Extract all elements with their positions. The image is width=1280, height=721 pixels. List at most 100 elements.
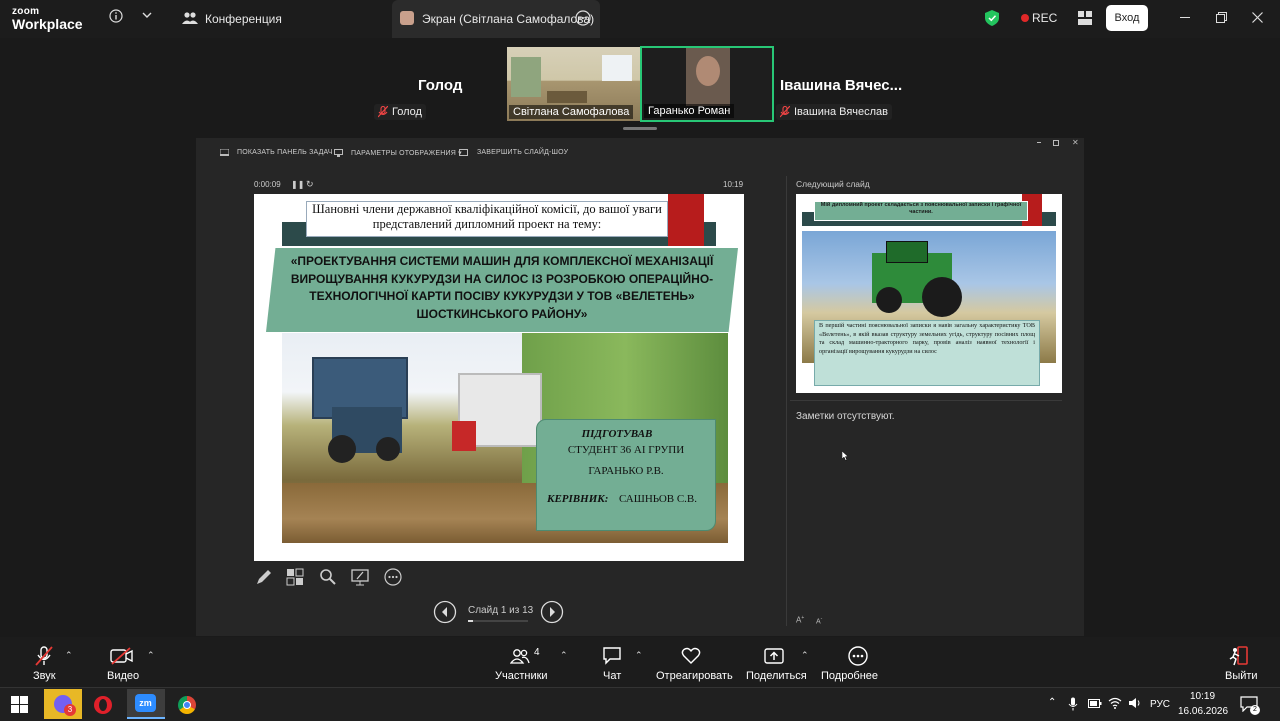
battery-icon[interactable] [1088,699,1102,708]
chevron-down-icon[interactable] [142,11,152,19]
next-slide-preview[interactable]: Мій дипломний проект складається з поясн… [796,194,1062,393]
photo-tractor-wheel [876,287,902,313]
rec-label: REC [1032,11,1058,25]
opera-icon[interactable] [94,696,112,714]
chat-icon[interactable] [602,647,622,665]
react-button-label[interactable]: Отреагировать [656,670,733,682]
brand-large: Workplace [12,16,83,32]
elapsed-timer: 0:00:09 [254,180,281,189]
menu-end-slideshow[interactable]: ЗАВЕРШИТЬ СЛАЙД-ШОУ [477,149,568,156]
video-label-samofalova: Світлана Самофалова [509,105,634,119]
increase-font-icon[interactable]: A+ [796,615,804,625]
photo-harvester-header [452,421,476,451]
mic-muted-icon[interactable] [34,646,54,666]
speaker-face-shape [696,56,720,86]
video-off-icon[interactable] [110,647,134,665]
leave-icon[interactable] [1228,646,1250,666]
notifications-count: 2 [1250,705,1260,715]
zoom-magnifier-icon[interactable] [319,568,337,586]
share-chevron-icon[interactable]: ⌃ [801,650,809,661]
wifi-icon[interactable] [1108,697,1122,709]
menu-show-taskbar[interactable]: ПОКАЗАТЬ ПАНЕЛЬ ЗАДАЧ [237,149,333,156]
participant-name-right[interactable]: Івашина Вячес... [780,77,902,94]
participants-icon[interactable] [510,648,530,664]
chat-button-label[interactable]: Чат [603,670,621,682]
taskbar-viber-app[interactable]: 3 [44,689,82,719]
share-screen-icon[interactable] [764,647,784,665]
chrome-icon-center [183,701,191,709]
supervisor-label: КЕРІВНИК: [547,493,609,505]
rec-indicator-icon [1021,14,1029,22]
slide-red-accent [668,194,704,246]
video-options-chevron-icon[interactable]: ⌃ [147,650,155,661]
participants-button-label[interactable]: Участники [495,670,548,682]
prev-slide-icon[interactable] [433,600,457,624]
pres-minimize-icon[interactable] [1037,142,1041,143]
chrome-icon[interactable] [178,696,196,714]
info-icon[interactable] [109,9,123,23]
tray-overflow-icon[interactable]: ⌃ [1048,697,1056,708]
audio-button-label[interactable]: Звук [33,670,56,682]
view-layout-icon[interactable] [1077,10,1093,26]
photo-wheel-shape [376,437,400,461]
pres-restore-icon[interactable] [1053,140,1059,146]
close-icon[interactable] [1252,12,1263,23]
leave-button-label[interactable]: Выйти [1225,670,1258,682]
pause-icon[interactable]: ❚❚ [291,180,304,189]
more-button-label[interactable]: Подробнее [821,670,878,682]
video-tile-active-speaker[interactable]: Гаранько Роман [640,46,774,122]
slide-grid-icon[interactable] [286,568,304,586]
next-slide-label: Следующий слайд [796,179,870,189]
taskbar-date[interactable]: 16.06.2026 [1178,706,1228,717]
viber-badge: 3 [64,704,76,716]
volume-icon[interactable] [1128,697,1142,709]
tray-mic-icon[interactable] [1068,697,1078,711]
restore-icon[interactable] [1216,12,1227,23]
conference-label[interactable]: Конференция [205,12,282,26]
windows-start-icon[interactable] [11,696,28,713]
taskbar-toggle-icon [220,149,229,156]
minimize-icon[interactable] [1180,17,1190,18]
audio-options-chevron-icon[interactable]: ⌃ [65,650,73,661]
opera-icon-inner [99,699,107,711]
menu-display-settings[interactable]: ПАРАМЕТРЫ ОТОБРАЖЕНИЯ ▾ [351,149,462,157]
next-slide-icon[interactable] [540,600,564,624]
participants-chevron-icon[interactable]: ⌃ [560,650,568,661]
video-button-label[interactable]: Видео [107,670,139,682]
screen-share-tab[interactable]: Экран (Світлана Самофалова) [392,0,600,38]
pen-icon[interactable] [255,568,273,586]
video-tile-samofalova[interactable]: Світлана Самофалова [507,47,640,121]
reset-timer-icon[interactable]: ↻ [306,179,314,190]
participant-chip-right: Івашина Вячеслав [776,104,893,120]
student-name: ГАРАНЬКО Р.В. [588,465,664,477]
security-shield-icon[interactable] [985,10,999,26]
conference-icon [182,11,198,25]
taskbar-time[interactable]: 10:19 [1190,691,1215,702]
more-options-icon[interactable] [384,568,402,586]
slide-counter: Слайд 1 из 13 [468,605,534,616]
decrease-font-icon[interactable]: A- [816,616,822,625]
react-heart-icon[interactable] [681,647,701,665]
slide-progress-fill [468,620,473,622]
login-button[interactable]: Вход [1106,5,1148,31]
more-options-icon[interactable] [575,10,591,26]
language-indicator[interactable]: РУС [1150,699,1170,710]
taskbar-zoom-app[interactable]: zm [127,689,165,719]
zoom-logo: zoom Workplace [12,7,83,32]
speaker-notes[interactable]: Заметки отсутствуют. [796,411,895,422]
photo-green-tractor-cab [886,241,928,263]
pres-close-icon[interactable]: ✕ [1072,138,1079,147]
current-slide[interactable]: Шановні члени державної кваліфікаційної … [254,194,744,561]
participants-count: 4 [534,647,540,658]
prepared-heading: ПІДГОТУВАВ [581,428,653,440]
more-icon[interactable] [848,646,868,666]
zoom-app-icon: zm [135,694,156,712]
next-slide-header: Мій дипломний проект складається з поясн… [814,201,1028,221]
participant-name-left[interactable]: Голод [418,77,462,94]
strip-resize-handle[interactable] [623,127,657,130]
pointer-screen-icon[interactable] [351,568,371,586]
chat-chevron-icon[interactable]: ⌃ [635,650,643,661]
share-button-label[interactable]: Поделиться [746,670,807,682]
pane-divider[interactable] [786,176,787,626]
photo-wheel-shape [328,435,356,463]
